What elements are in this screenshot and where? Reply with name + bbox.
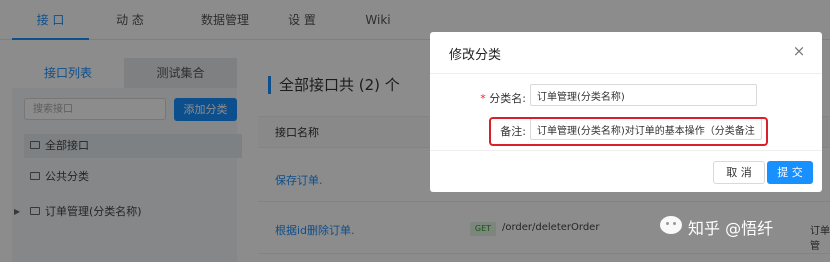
wechat-logo-icon [660, 216, 682, 234]
close-icon[interactable]: × [790, 42, 808, 60]
submit-button[interactable]: 提 交 [767, 161, 813, 184]
dialog-header: 修改分类 × [430, 32, 822, 74]
category-name-label: * 分类名: [458, 90, 526, 106]
category-name-input[interactable] [530, 84, 757, 106]
category-name-label-text: 分类名: [489, 92, 526, 105]
dialog-title: 修改分类 [449, 48, 502, 63]
required-mark: * [480, 92, 486, 105]
highlight-box [489, 117, 768, 146]
cancel-button[interactable]: 取 消 [713, 161, 765, 184]
watermark: 知乎 @悟纤 [660, 210, 810, 240]
edit-category-dialog: 修改分类 × * 分类名: 备注: 取 消 提 交 [430, 32, 822, 192]
app-root: 接 口 动 态 数据管理 设 置 Wiki 接口列表 测试集合 添加分类 全部接… [0, 0, 830, 262]
watermark-text: 知乎 @悟纤 [688, 219, 774, 238]
dialog-footer: 取 消 提 交 [430, 150, 822, 192]
